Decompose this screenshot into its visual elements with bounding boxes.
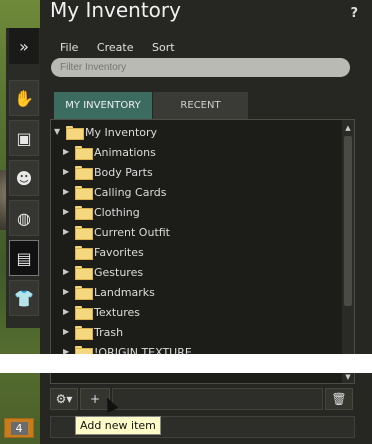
add-item-tooltip: Add new item bbox=[75, 416, 161, 435]
trash-icon: 🗑 bbox=[331, 392, 347, 406]
tree-item[interactable]: ▶ Calling Cards bbox=[63, 182, 353, 202]
tab-my-inventory[interactable]: MY INVENTORY bbox=[54, 92, 152, 119]
expanded-triangle-icon[interactable]: ▼ bbox=[54, 128, 62, 136]
folder-icon bbox=[75, 246, 93, 260]
tree-item[interactable]: ▶ Body Parts bbox=[63, 162, 353, 182]
folder-icon bbox=[75, 266, 93, 280]
profile-card-icon[interactable]: ▣ bbox=[9, 120, 39, 156]
tree-root-label: My Inventory bbox=[85, 125, 158, 139]
collapsed-triangle-icon[interactable]: ▶ bbox=[63, 288, 71, 296]
collapsed-triangle-icon[interactable]: ▶ bbox=[63, 168, 71, 176]
inventory-floater: My Inventory ? File Create Sort MY INVEN… bbox=[40, 0, 372, 444]
notification-badge[interactable]: 4 bbox=[4, 418, 34, 438]
tree-item[interactable]: ▶ Current Outfit bbox=[63, 222, 353, 242]
tree-item[interactable]: ▶ Animations bbox=[63, 142, 353, 162]
collapsed-triangle-icon[interactable]: ▶ bbox=[63, 208, 71, 216]
tree-item-label: Landmarks bbox=[94, 285, 155, 299]
bottom-bar bbox=[112, 388, 323, 410]
hand-gesture-icon[interactable]: ✋ bbox=[9, 80, 39, 116]
gear-icon: ⚙▾ bbox=[55, 392, 73, 406]
blank-triangle-icon bbox=[63, 248, 71, 256]
help-button[interactable]: ? bbox=[350, 6, 358, 21]
tree-item[interactable]: ▶ Textures bbox=[63, 302, 353, 322]
collapsed-triangle-icon[interactable]: ▶ bbox=[63, 268, 71, 276]
tree-item-label: Body Parts bbox=[94, 165, 153, 179]
scroll-up-arrow-icon[interactable]: ▲ bbox=[342, 122, 354, 134]
menu-file[interactable]: File bbox=[60, 41, 78, 54]
expand-arrows-icon[interactable]: » bbox=[9, 28, 39, 64]
collapsed-triangle-icon[interactable]: ▶ bbox=[63, 308, 71, 316]
menu-sort[interactable]: Sort bbox=[152, 41, 175, 54]
tree-item[interactable]: ▶ Landmarks bbox=[63, 282, 353, 302]
people-icon[interactable]: ☻ bbox=[9, 160, 39, 196]
folder-icon bbox=[75, 146, 93, 160]
filter-inventory-input[interactable] bbox=[51, 58, 350, 77]
notification-count: 4 bbox=[10, 421, 28, 435]
scroll-thumb[interactable] bbox=[344, 136, 352, 306]
tree-item-label: Textures bbox=[94, 305, 140, 319]
folder-icon bbox=[75, 166, 93, 180]
tree-root[interactable]: ▼ My Inventory bbox=[54, 122, 344, 142]
folder-icon bbox=[75, 226, 93, 240]
window-title: My Inventory bbox=[50, 0, 181, 22]
plus-icon: + bbox=[89, 392, 101, 406]
menu-bar: File Create Sort bbox=[60, 41, 190, 54]
menu-create[interactable]: Create bbox=[97, 41, 134, 54]
folder-icon bbox=[75, 206, 93, 220]
folder-icon bbox=[75, 286, 93, 300]
appearance-shirt-icon[interactable]: 👕 bbox=[9, 280, 39, 316]
inventory-tree: ▼ My Inventory ▶ Animations ▶ Body Parts… bbox=[50, 119, 355, 384]
collapsed-triangle-icon[interactable]: ▶ bbox=[63, 228, 71, 236]
folder-open-icon bbox=[66, 126, 84, 140]
tree-item[interactable]: ▶ Trash bbox=[63, 322, 353, 342]
world-map-icon[interactable]: ◍ bbox=[9, 200, 39, 236]
tree-item-label: Favorites bbox=[94, 245, 144, 259]
folder-icon bbox=[75, 306, 93, 320]
tree-item[interactable]: ▶ Clothing bbox=[63, 202, 353, 222]
tree-item-label: Trash bbox=[94, 325, 124, 339]
tree-item-label: Current Outfit bbox=[94, 225, 170, 239]
side-toolbar: » ✋ ▣ ☻ ◍ ▤ 👕 bbox=[6, 28, 40, 328]
collapsed-triangle-icon[interactable]: ▶ bbox=[63, 148, 71, 156]
bottom-toolbar: ⚙▾ + 🗑 bbox=[50, 388, 355, 410]
overlay-band bbox=[0, 354, 372, 373]
tree-item-label: Clothing bbox=[94, 205, 140, 219]
folder-icon bbox=[75, 186, 93, 200]
tree-item-label: Animations bbox=[94, 145, 156, 159]
inventory-suitcase-icon[interactable]: ▤ bbox=[9, 240, 39, 276]
folder-icon bbox=[75, 326, 93, 340]
tab-recent[interactable]: RECENT bbox=[153, 92, 248, 119]
tree-item-label: Calling Cards bbox=[94, 185, 167, 199]
collapsed-triangle-icon[interactable]: ▶ bbox=[63, 188, 71, 196]
tree-scrollbar[interactable]: ▲ ▼ bbox=[342, 120, 354, 383]
trash-button[interactable]: 🗑 bbox=[325, 388, 353, 410]
gear-menu-button[interactable]: ⚙▾ bbox=[50, 388, 78, 410]
tree-item-label: Gestures bbox=[94, 265, 144, 279]
collapsed-triangle-icon[interactable]: ▶ bbox=[63, 328, 71, 336]
tree-item[interactable]: ▶ Gestures bbox=[63, 262, 353, 282]
tree-item[interactable]: Favorites bbox=[63, 242, 353, 262]
